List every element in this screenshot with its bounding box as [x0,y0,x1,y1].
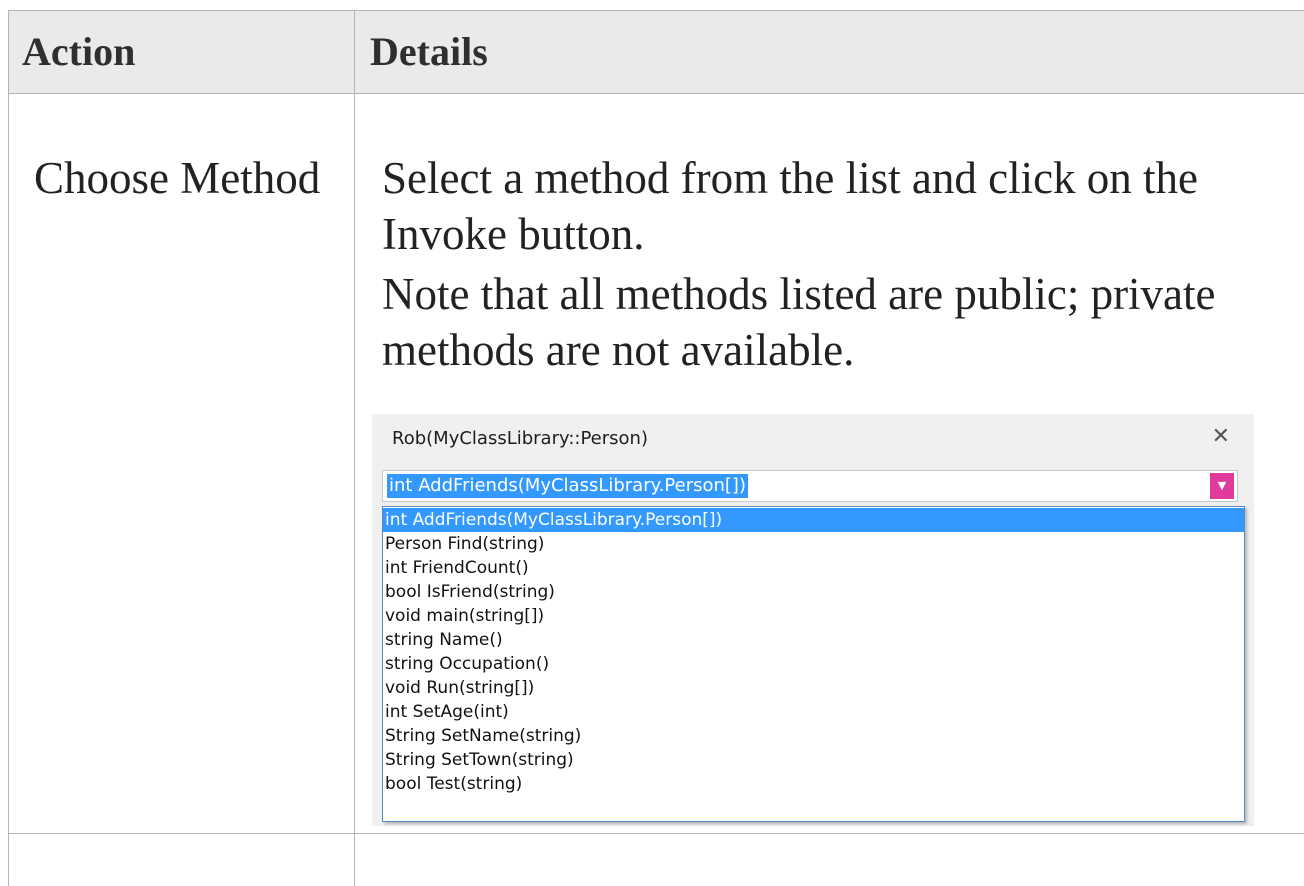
method-list-item[interactable]: string Occupation() [383,652,1244,676]
table-left-border [8,94,9,886]
details-paragraph: Select a method from the list and click … [382,153,1199,259]
chevron-down-icon[interactable]: ▼ [1210,473,1234,499]
method-dropdown-list: int AddFriends(MyClassLibrary.Person[]) P… [382,506,1245,822]
action-cell: Choose Method [34,153,321,203]
method-list-item[interactable]: bool IsFriend(string) [383,580,1244,604]
method-list-item[interactable]: bool Test(string) [383,772,1244,796]
column-divider [354,94,355,886]
table-header-row [8,10,1304,94]
method-list-item[interactable]: void Run(string[]) [383,676,1244,700]
method-list-item[interactable]: String SetName(string) [383,724,1244,748]
close-icon[interactable]: ✕ [1212,424,1230,449]
header-action: Action [22,29,136,74]
combobox-selected-value: int AddFriends(MyClassLibrary.Person[]) [387,474,748,498]
method-list-item[interactable]: int FriendCount() [383,556,1244,580]
method-list-item[interactable]: int AddFriends(MyClassLibrary.Person[]) [383,508,1244,532]
method-list-item[interactable]: void main(string[]) [383,604,1244,628]
method-list-item[interactable]: string Name() [383,628,1244,652]
method-list-item[interactable]: int SetAge(int) [383,700,1244,724]
column-divider [354,10,355,94]
details-cell: Select a method from the list and click … [382,150,1302,378]
dialog-title: Rob(MyClassLibrary::Person) [392,428,648,449]
invoke-method-dialog-screenshot: Rob(MyClassLibrary::Person) ✕ int AddFri… [372,414,1254,826]
row-divider [8,833,1304,834]
details-table: Action Details Choose Method Select a me… [0,0,1304,886]
header-details: Details [370,29,488,74]
details-paragraph: Note that all methods listed are public;… [382,269,1216,375]
method-list-item[interactable]: String SetTown(string) [383,748,1244,772]
method-list-item[interactable]: Person Find(string) [383,532,1244,556]
method-combobox[interactable]: int AddFriends(MyClassLibrary.Person[]) … [382,470,1238,502]
